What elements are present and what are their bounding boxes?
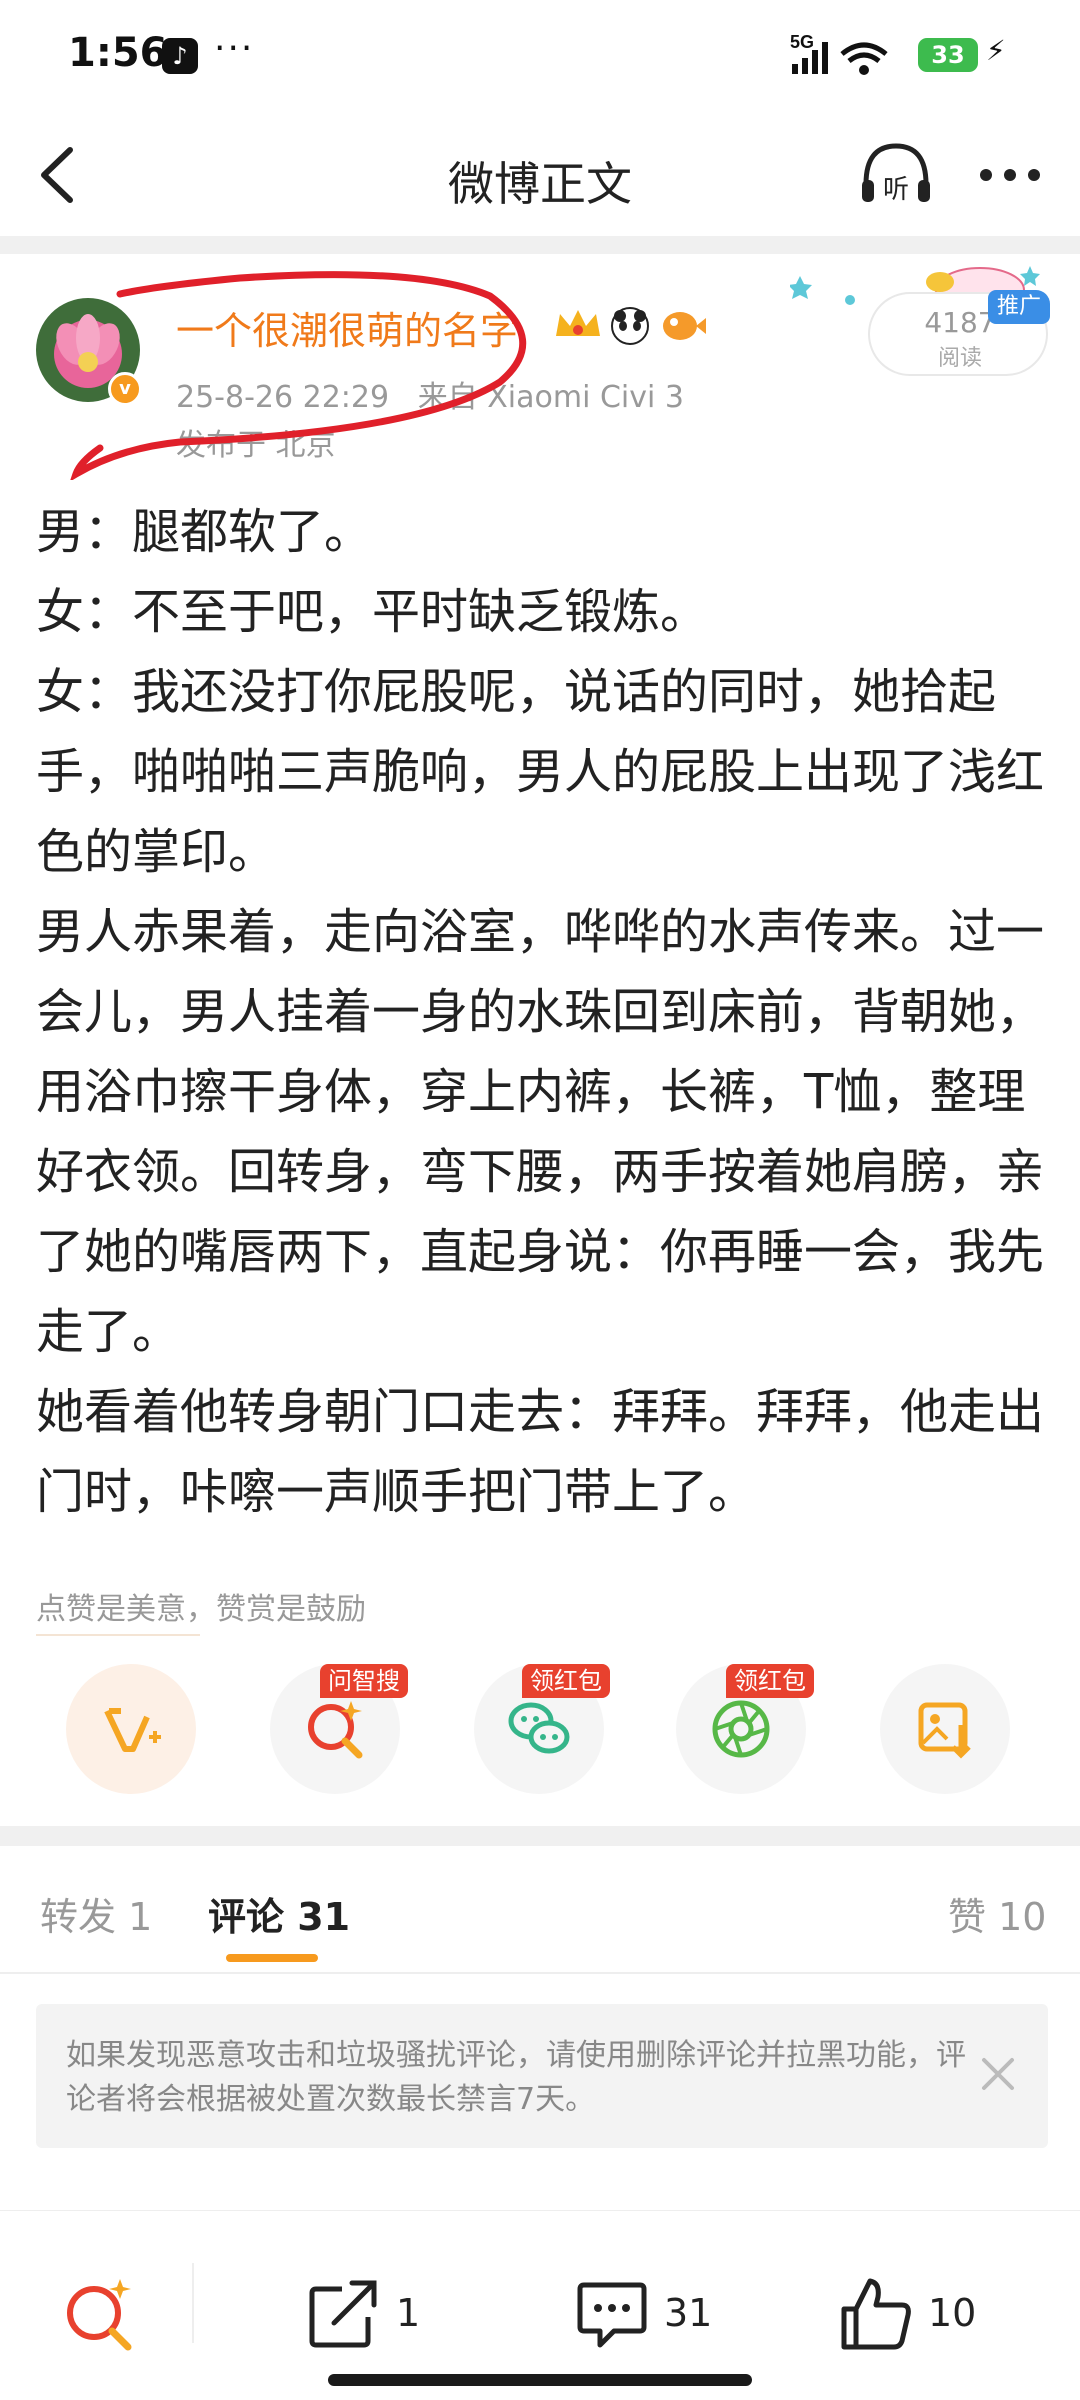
like-count: 10 [928, 2291, 977, 2335]
divider [0, 1972, 1080, 1974]
post-body: 男：腿都软了。 女：不至于吧，平时缺乏锻炼。 女：我还没打你屁股呢，说话的同时，… [36, 492, 1056, 1532]
comment-count: 31 [664, 2291, 713, 2335]
divider [192, 2263, 194, 2343]
post-source: 来自 Xiaomi Civi 3 [417, 380, 684, 415]
status-bar: 1:56 ♪ ··· 5G 33 ⚡ [0, 0, 1080, 110]
repost-icon[interactable] [306, 2275, 382, 2355]
tiktok-notification-icon: ♪ [162, 38, 198, 74]
author-name[interactable]: 一个很潮很萌的名字 [176, 300, 518, 355]
battery-indicator: 33 [918, 38, 978, 72]
moments-aperture-icon [712, 1700, 770, 1758]
top-nav: 微博正文 听 [0, 110, 1080, 240]
reward-hint: 点赞是美意，赞赏是鼓励 [36, 1592, 366, 1627]
post-date: 25-8-26 22:29 [176, 380, 390, 415]
reward-hint-underline [36, 1634, 200, 1636]
weibo-post-page: 1:56 ♪ ··· 5G 33 ⚡ 微博正文 听 v 一个很潮很萌的名字 25… [0, 0, 1080, 2400]
read-label: 阅读 [937, 346, 982, 371]
repost-count: 1 [396, 2291, 421, 2335]
user-badges-icon[interactable] [550, 300, 710, 348]
interaction-tabs: 转发 1 评论 31 赞 10 [0, 1830, 1080, 1970]
listen-headphone-icon[interactable]: 听 [858, 140, 934, 210]
image-download-icon [918, 1702, 971, 1759]
tab-comments[interactable]: 评论 31 [208, 1886, 350, 1941]
divider [0, 236, 1080, 254]
tab-repost[interactable]: 转发 1 [40, 1886, 152, 1941]
post-paragraph: 女：不至于吧，平时缺乏锻炼。 [36, 584, 709, 640]
status-time: 1:56 [68, 30, 168, 76]
post-meta: 25-8-26 22:29 来自 Xiaomi Civi 3 [176, 372, 684, 416]
post-paragraph: 男人赤果着，走向浴室，哗哗的水声传来。过一会儿，男人挂着一身的水珠回到床前，背朝… [36, 904, 1045, 1360]
ai-search-icon[interactable] [60, 2275, 140, 2355]
ai-search-icon [308, 1701, 363, 1759]
notice-text: 如果发现恶意攻击和垃圾骚扰评论，请使用删除评论并拉黑功能，评论者将会根据被处置次… [66, 2038, 966, 2117]
charging-icon: ⚡ [986, 34, 1006, 67]
home-indicator[interactable] [328, 2374, 752, 2386]
post-paragraph: 男：腿都软了。 [36, 504, 373, 560]
tab-likes[interactable]: 赞 10 [948, 1886, 1046, 1941]
like-thumb-icon[interactable] [838, 2275, 914, 2355]
post-paragraph: 她看着他转身朝门口走去：拜拜。拜拜，他走出门时，咔嚓一声顺手把门带上了。 [36, 1384, 1045, 1520]
reward-button[interactable] [66, 1664, 196, 1794]
comment-notice: 如果发现恶意攻击和垃圾骚扰评论，请使用删除评论并拉黑功能，评论者将会根据被处置次… [36, 2004, 1048, 2148]
post-location: 发布于 北京 [176, 428, 336, 463]
verified-badge-icon: v [108, 372, 142, 406]
post-paragraph: 女：我还没打你屁股呢，说话的同时，她拾起手，啪啪啪三声脆响，男人的屁股上出现了浅… [36, 664, 1045, 880]
redpack-tag: 领红包 [522, 1664, 610, 1698]
wechat-icon [508, 1702, 570, 1754]
promo-tag[interactable]: 推广 [988, 290, 1050, 324]
active-tab-indicator [226, 1954, 318, 1962]
bottom-action-bar: 1 31 10 [0, 2210, 1080, 2400]
more-options-icon[interactable] [970, 140, 1050, 210]
v-plus-icon [104, 1708, 161, 1752]
save-image-button[interactable] [880, 1664, 1010, 1794]
redpack-tag: 领红包 [726, 1664, 814, 1698]
status-more-icon: ··· [214, 28, 255, 69]
comment-icon[interactable] [574, 2275, 650, 2355]
listen-label: 听 [883, 175, 909, 205]
network-type-label: 5G [790, 32, 814, 52]
ai-search-tag: 问智搜 [320, 1664, 408, 1698]
close-icon[interactable] [976, 2052, 1020, 2096]
